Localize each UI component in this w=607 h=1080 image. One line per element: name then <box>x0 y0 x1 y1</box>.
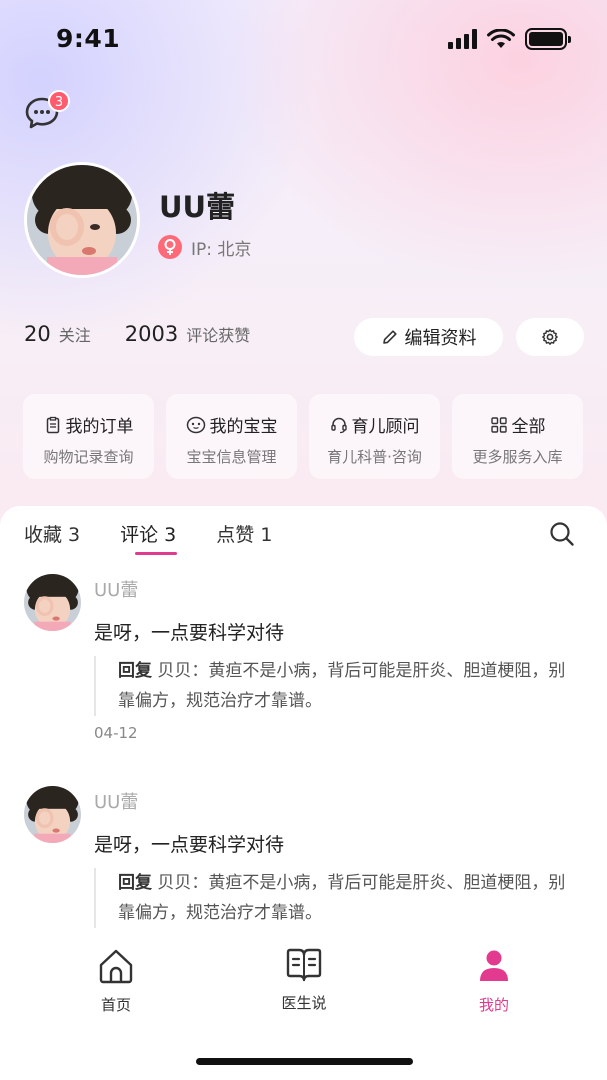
active-tab-indicator <box>135 552 178 555</box>
service-cards: 我的订单 购物记录查询 我的宝宝 宝宝信息管理 育儿顾问 育儿科普·咨询 全部 … <box>23 394 583 479</box>
search-icon[interactable] <box>548 520 576 548</box>
tab-favorites[interactable]: 收藏 3 <box>24 520 80 547</box>
edit-profile-button[interactable]: 编辑资料 <box>354 318 503 356</box>
reply-prefix: 回复 <box>118 661 152 681</box>
tabbar-item-mine[interactable]: 我的 <box>449 946 539 1015</box>
grid-icon <box>490 416 507 433</box>
reply-text: 贝贝：黄疸不是小病，背后可能是肝炎、胆道梗阻，别靠偏方，规范治疗才靠谱。 <box>118 661 566 711</box>
avatar[interactable] <box>24 162 140 278</box>
tab-comments-label: 评论 3 <box>120 524 177 546</box>
service-title: 全部 <box>511 417 546 437</box>
tabbar-label: 我的 <box>478 996 509 1014</box>
service-sub: 宝宝信息管理 <box>186 448 277 466</box>
signal-icon <box>448 29 477 49</box>
status-icons <box>448 28 571 50</box>
service-card-orders[interactable]: 我的订单 购物记录查询 <box>23 394 154 479</box>
headset-icon <box>330 417 347 433</box>
avatar[interactable] <box>24 786 81 843</box>
comment-item[interactable]: UU蕾 是呀，一点要科学对待 回复 贝贝：黄疸不是小病，背后可能是肝炎、胆道梗阻… <box>24 786 584 936</box>
pencil-icon <box>382 330 397 344</box>
comment-reply: 回复 贝贝：黄疸不是小病，背后可能是肝炎、胆道梗阻，别靠偏方，规范治疗才靠谱。 <box>94 656 580 716</box>
settings-button[interactable] <box>516 318 584 356</box>
clipboard-icon <box>46 416 59 433</box>
comment-text: 是呀，一点要科学对待 <box>94 622 285 644</box>
comment-date: 04-12 <box>94 724 138 742</box>
status-time: 9:41 <box>56 24 121 53</box>
person-icon <box>480 950 508 981</box>
baby-face-icon <box>186 416 205 433</box>
service-title: 我的订单 <box>65 417 134 437</box>
likes-count: 2003 <box>124 322 179 346</box>
status-bar: 9:41 <box>0 0 607 80</box>
profile-name: UU蕾 <box>159 190 236 224</box>
battery-icon <box>525 28 571 50</box>
female-icon <box>158 235 182 259</box>
follow-label[interactable]: 关注 <box>59 322 91 346</box>
comment-reply: 回复 贝贝：黄疸不是小病，背后可能是肝炎、胆道梗阻，别靠偏方，规范治疗才靠谱。 <box>94 868 580 928</box>
gear-icon <box>542 329 558 345</box>
service-title: 育儿顾问 <box>351 417 420 437</box>
ip-location: IP: 北京 <box>191 240 252 260</box>
home-icon <box>99 949 133 984</box>
service-sub: 购物记录查询 <box>43 448 134 466</box>
tab-comments[interactable]: 评论 3 <box>120 520 178 555</box>
service-card-baby[interactable]: 我的宝宝 宝宝信息管理 <box>166 394 297 479</box>
service-sub: 更多服务入库 <box>472 448 563 466</box>
reply-text: 贝贝：黄疸不是小病，背后可能是肝炎、胆道梗阻，别靠偏方，规范治疗才靠谱。 <box>118 873 566 923</box>
edit-profile-label: 编辑资料 <box>404 328 477 349</box>
avatar[interactable] <box>24 574 81 631</box>
likes-label: 评论获赞 <box>186 326 251 345</box>
tabbar-label: 医生说 <box>281 994 327 1012</box>
service-sub: 育儿科普·咨询 <box>327 448 422 466</box>
profile-stats: 20 关注 2003 评论获赞 <box>24 322 250 346</box>
comment-text: 是呀，一点要科学对待 <box>94 834 285 856</box>
content-tabs: 收藏 3 评论 3 点赞 1 <box>24 520 272 555</box>
service-card-all[interactable]: 全部 更多服务入库 <box>452 394 583 479</box>
tabbar-item-home[interactable]: 首页 <box>71 946 161 1015</box>
tabbar-label: 首页 <box>100 996 131 1014</box>
follow-count[interactable]: 20 <box>24 322 51 346</box>
tabbar-item-doctor[interactable]: 医生说 <box>259 946 349 1013</box>
home-indicator <box>196 1058 413 1065</box>
wifi-icon <box>487 29 515 48</box>
comment-item[interactable]: UU蕾 是呀，一点要科学对待 回复 贝贝：黄疸不是小病，背后可能是肝炎、胆道梗阻… <box>24 574 584 764</box>
service-card-advisor[interactable]: 育儿顾问 育儿科普·咨询 <box>309 394 440 479</box>
book-icon <box>286 948 322 982</box>
service-title: 我的宝宝 <box>209 417 278 437</box>
reply-prefix: 回复 <box>118 873 152 893</box>
tab-likes[interactable]: 点赞 1 <box>216 520 272 547</box>
comment-username: UU蕾 <box>94 792 139 813</box>
message-badge: 3 <box>48 90 70 112</box>
comment-username: UU蕾 <box>94 580 139 601</box>
